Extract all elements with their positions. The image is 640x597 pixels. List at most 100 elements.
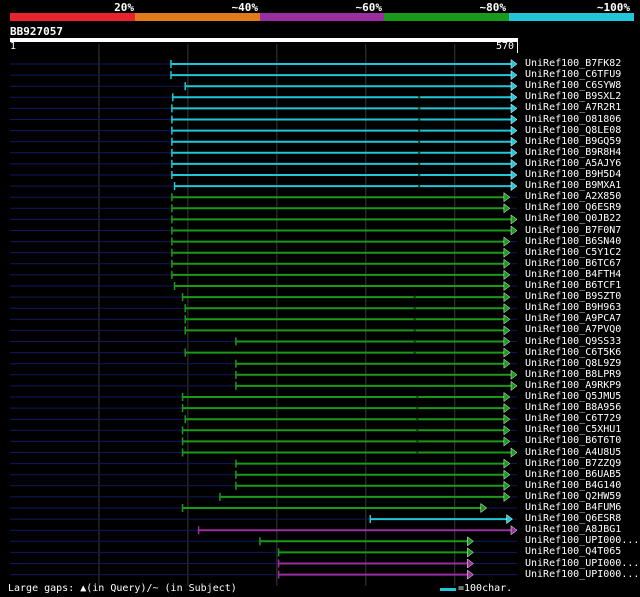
hit-gap-marker [413,295,416,299]
hit-label[interactable]: UniRef100_C6T5K6 [525,347,621,358]
hit-label[interactable]: UniRef100_B4FTH4 [525,269,621,280]
hit-label[interactable]: UniRef100_C6TFU9 [525,69,621,80]
hit-gap-marker [416,406,419,410]
hit-label[interactable]: UniRef100_B9GQ59 [525,136,621,147]
hit-label[interactable]: UniRef100_Q4T065 [525,546,621,557]
hit-gap-marker [418,118,421,121]
hit-arrow-head [510,369,518,380]
hit-arrow-head [510,181,518,192]
hit-label[interactable]: UniRef100_A9RKP9 [525,380,621,391]
hit-label[interactable]: UniRef100_A8JBG1 [525,524,621,535]
hit-arrow-head [510,525,518,536]
hit-label[interactable]: UniRef100_UPI000... [525,558,639,569]
hit-label[interactable]: UniRef100_B8A956 [525,402,621,413]
hit-arrow-head [503,392,511,402]
hit-arrow-head [510,114,518,125]
hit-arrow-head [503,436,511,447]
hit-label[interactable]: UniRef100_B9R8H4 [525,147,621,158]
hit-label[interactable]: UniRef100_B4FUM6 [525,502,621,513]
hit-arrow-head [503,491,511,502]
hit-arrow-head [503,347,511,358]
hit-arrow-head [510,225,518,236]
hit-label[interactable]: UniRef100_B6TC67 [525,258,621,269]
hit-label[interactable]: UniRef100_B9H5D4 [525,169,621,180]
hit-label[interactable]: UniRef100_B6SN40 [525,236,621,247]
hit-arrow-head [510,103,518,114]
hit-arrow-head [503,403,511,414]
hit-label[interactable]: UniRef100_B9SZT0 [525,291,621,302]
hit-arrow-head [503,269,511,280]
hit-arrow-head [510,170,518,180]
hit-arrow-head [510,81,518,92]
hit-arrow-head [510,125,518,136]
hit-gap-marker [418,106,421,110]
gaps-legend: Large gaps: ▲(in Query)/~ (in Subject) [8,583,237,594]
hit-arrow-head [503,358,511,369]
hit-arrow-head [503,236,511,247]
scale-label: =100char. [458,583,513,594]
hit-arrow-head [503,247,511,258]
hit-label[interactable]: UniRef100_B6TCF1 [525,280,621,291]
hit-gap-marker [416,395,419,399]
hit-arrow-head [510,380,518,391]
hit-label[interactable]: UniRef100_A7PVQ0 [525,324,621,335]
hit-gap-marker [416,417,419,421]
hit-arrow-head [510,92,518,103]
hit-gap-marker [413,306,416,310]
hit-arrow-head [467,558,474,569]
hit-label[interactable]: UniRef100_Q5JMU5 [525,391,621,402]
hit-label[interactable]: UniRef100_UPI000... [525,535,639,546]
hit-arrow-head [503,414,511,425]
hit-label[interactable]: UniRef100_B4G140 [525,480,621,491]
hit-arrow-head [510,147,518,158]
hit-label[interactable]: UniRef100_B8LPR9 [525,369,621,380]
hit-label[interactable]: UniRef100_B7ZZQ9 [525,458,621,469]
hit-label[interactable]: UniRef100_Q6ESR8 [525,513,621,524]
hit-label[interactable]: UniRef100_B7F0N7 [525,225,621,236]
hit-label[interactable]: UniRef100_Q8LE08 [525,125,621,136]
hit-label[interactable]: UniRef100_Q2HW59 [525,491,621,502]
hit-gap-marker [418,140,421,144]
hit-label[interactable]: UniRef100_Q8L9Z9 [525,358,621,369]
hit-arrow-head [503,192,511,203]
hit-gap-marker [413,351,416,355]
hit-arrow-head [510,447,518,458]
hit-label[interactable]: UniRef100_A7R2R1 [525,102,621,113]
hit-label[interactable]: UniRef100_B6UAB5 [525,469,621,480]
hit-label[interactable]: UniRef100_Q9SS33 [525,336,621,347]
hit-label[interactable]: UniRef100_B7FK82 [525,58,621,69]
hit-arrow-head [503,480,511,491]
hit-label[interactable]: UniRef100_A2X850 [525,191,621,202]
hit-label[interactable]: UniRef100_A4U8U5 [525,447,621,458]
hit-label[interactable]: UniRef100_Q6ESR9 [525,202,621,213]
hit-label[interactable]: UniRef100_C5XHU1 [525,424,621,435]
hit-arrow-head [467,536,474,547]
hit-arrow-head [467,569,474,580]
hit-label[interactable]: UniRef100_A5AJY6 [525,158,621,169]
hit-label[interactable]: UniRef100_C5Y1C2 [525,247,621,258]
hit-gap-marker [416,451,419,454]
hit-label[interactable]: UniRef100_B9MXA1 [525,180,621,191]
hit-label[interactable]: UniRef100_C6SYW8 [525,80,621,91]
hit-label[interactable]: UniRef100_UPI000... [525,569,639,580]
hit-gap-marker [418,173,421,177]
hit-label[interactable]: UniRef100_B9SXL2 [525,91,621,102]
hit-arrow-head [503,425,511,436]
hit-arrow-head [510,136,518,147]
hit-label[interactable]: UniRef100_B9H963 [525,302,621,313]
hit-label[interactable]: UniRef100_C6T729 [525,413,621,424]
hit-gap-marker [416,428,419,432]
hit-gap-marker [413,317,416,321]
hit-arrow-head [510,158,518,169]
hit-label[interactable]: UniRef100_Q0JB22 [525,213,621,224]
hit-gap-marker [413,340,416,343]
hit-gap-marker [418,151,421,155]
hit-arrow-head [510,214,518,225]
hit-arrow-head [503,325,511,336]
hit-label[interactable]: UniRef100_O81806 [525,114,621,125]
hit-arrow-head [503,203,511,214]
hit-label[interactable]: UniRef100_B6T6T0 [525,435,621,446]
hit-label[interactable]: UniRef100_A9PCA7 [525,313,621,324]
hit-arrow-head [503,258,511,269]
hit-arrow-head [503,458,511,469]
